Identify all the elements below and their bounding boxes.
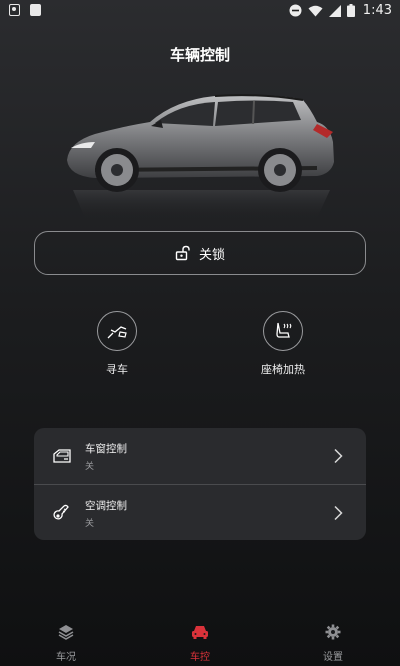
seat-heating-icon xyxy=(276,322,292,338)
tab-vehicle-control-label: 车控 xyxy=(190,652,210,663)
battery-icon xyxy=(346,4,355,17)
control-list: 车窗控制 关 空调控制 关 xyxy=(34,428,366,540)
tab-vehicle-status-label: 车况 xyxy=(56,652,76,663)
notification-image-icon xyxy=(9,4,20,16)
lock-button[interactable]: 关锁 xyxy=(34,231,366,275)
car-image xyxy=(55,90,345,230)
find-car-label: 寻车 xyxy=(106,363,128,376)
seat-heating-label: 座椅加热 xyxy=(261,363,305,376)
page-title: 车辆控制 xyxy=(169,46,230,64)
ac-control-status: 关 xyxy=(85,518,95,529)
window-control-row[interactable]: 车窗控制 关 xyxy=(34,428,366,484)
status-bar: 1:43 xyxy=(0,0,400,22)
tab-settings-label: 设置 xyxy=(323,652,343,663)
seat-heating-button[interactable]: 座椅加热 xyxy=(238,311,328,377)
ac-control-title: 空调控制 xyxy=(85,499,127,512)
wifi-icon xyxy=(308,5,323,16)
unlock-icon xyxy=(175,245,190,261)
seat-heating-circle[interactable] xyxy=(263,311,303,351)
thermometer-icon xyxy=(51,502,73,524)
lock-label: 关锁 xyxy=(198,247,225,263)
find-car-circle[interactable] xyxy=(97,311,137,351)
layers-icon xyxy=(58,625,74,640)
window-icon xyxy=(51,445,73,467)
chevron-right-icon[interactable] xyxy=(328,503,348,523)
window-control-status: 关 xyxy=(85,461,95,472)
ac-control-row[interactable]: 空调控制 关 xyxy=(34,484,366,540)
gear-icon xyxy=(325,624,341,640)
tab-vehicle-status[interactable]: 车况 xyxy=(26,624,106,663)
notification-app-icon xyxy=(30,4,41,16)
signal-icon xyxy=(328,4,341,17)
window-control-title: 车窗控制 xyxy=(85,442,127,455)
bottom-tab-bar: 车况 车控 设置 xyxy=(0,620,400,666)
do-not-disturb-icon xyxy=(289,4,302,17)
find-car-icon xyxy=(107,326,127,339)
tab-vehicle-control[interactable]: 车控 xyxy=(160,624,240,663)
tab-settings[interactable]: 设置 xyxy=(293,624,373,663)
car-icon xyxy=(192,626,208,639)
status-time: 1:43 xyxy=(362,3,392,18)
chevron-right-icon[interactable] xyxy=(328,446,348,466)
find-car-button[interactable]: 寻车 xyxy=(72,311,162,377)
